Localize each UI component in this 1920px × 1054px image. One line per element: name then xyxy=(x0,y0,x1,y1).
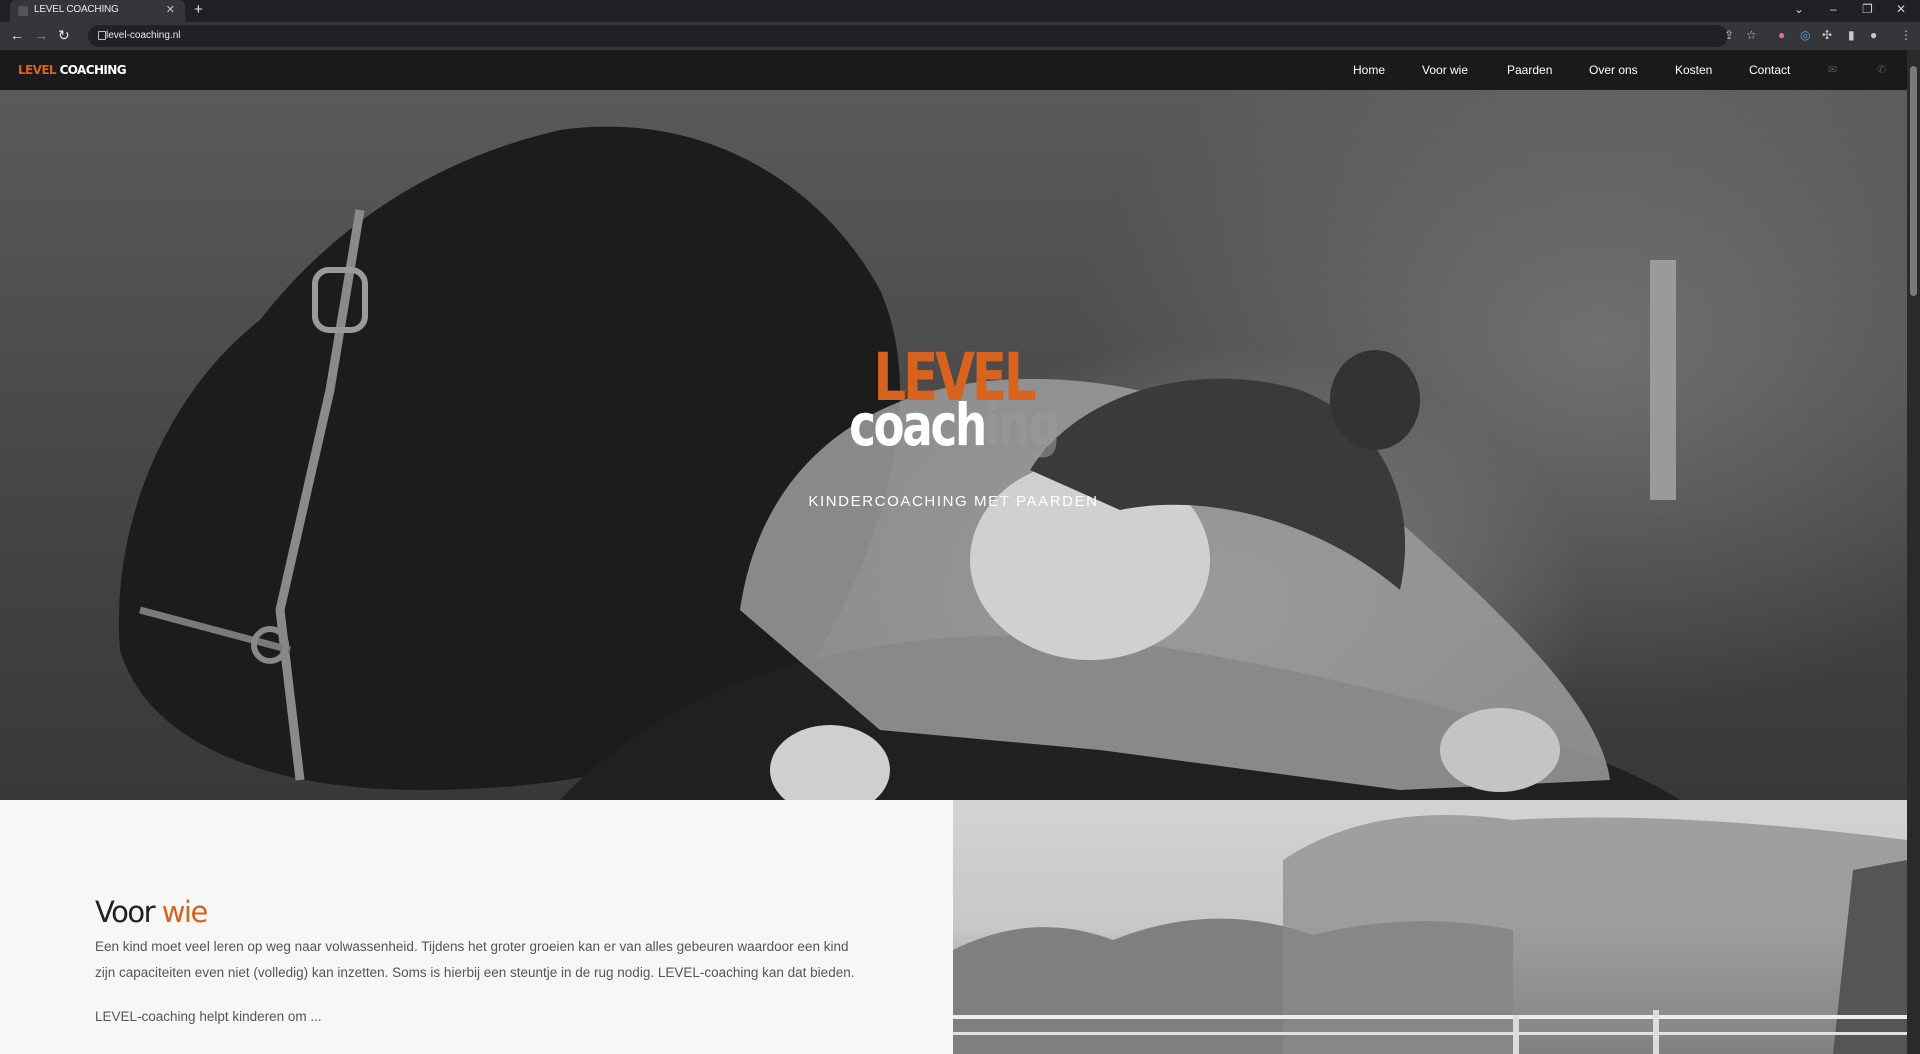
browser-tab[interactable]: LEVEL COACHING ✕ xyxy=(10,0,185,22)
reload-icon[interactable]: ↻ xyxy=(58,27,70,44)
voor-wie-section: Voor wie Een kind moet veel leren op weg… xyxy=(0,800,953,1054)
browser-menu-icon[interactable]: ⋮ xyxy=(1900,28,1912,42)
section-title: Voor wie xyxy=(95,895,209,929)
url-text[interactable]: level-coaching.nl xyxy=(106,30,181,41)
side-panel-icon[interactable]: ▮ xyxy=(1848,28,1855,42)
lock-icon[interactable] xyxy=(98,31,106,40)
close-icon[interactable]: ✕ xyxy=(166,3,175,16)
nav-over-ons[interactable]: Over ons xyxy=(1589,63,1638,77)
logo-coaching: COACHING xyxy=(59,63,127,77)
meadow-photo xyxy=(953,815,1907,1054)
hero-logo: LEVEL coaching xyxy=(0,345,1907,455)
section-title-main: Voor xyxy=(95,895,156,929)
hero-title-ing: ing xyxy=(984,391,1060,459)
minimize-icon[interactable]: – xyxy=(1830,2,1837,16)
nav-kosten[interactable]: Kosten xyxy=(1675,63,1712,77)
back-icon[interactable]: ← xyxy=(10,27,24,43)
nav-voor-wie[interactable]: Voor wie xyxy=(1422,63,1468,77)
logo-level: LEVEL xyxy=(18,63,57,77)
voor-wie-photo xyxy=(953,800,1907,1054)
hero-title-coach: coach xyxy=(849,391,987,459)
tab-search-icon[interactable]: ⌄ xyxy=(1794,2,1804,16)
page-scrollbar[interactable] xyxy=(1907,50,1920,1054)
forward-icon[interactable]: → xyxy=(34,27,48,43)
nav-paarden[interactable]: Paarden xyxy=(1507,63,1552,77)
new-tab-icon[interactable]: + xyxy=(194,1,203,18)
hero-section: LEVEL coaching KINDERCOACHING MET PAARDE… xyxy=(0,90,1907,800)
restore-icon[interactable]: ❐ xyxy=(1862,2,1873,16)
extension-circle-icon[interactable]: ◎ xyxy=(1800,28,1810,42)
hero-subtitle: KINDERCOACHING MET PAARDEN xyxy=(808,493,1099,510)
section-paragraph: Een kind moet veel leren op weg naar vol… xyxy=(95,939,855,980)
profile-avatar-icon[interactable]: ● xyxy=(1870,28,1877,42)
favicon-icon xyxy=(18,6,28,16)
share-icon[interactable]: ⇪ xyxy=(1724,28,1734,42)
extension-color-icon[interactable]: ● xyxy=(1778,28,1785,42)
bookmark-star-icon[interactable]: ☆ xyxy=(1746,28,1757,42)
hero-title-coaching: coaching xyxy=(210,396,1697,454)
phone-icon[interactable]: ✆ xyxy=(1877,63,1886,76)
site-navbar: LEVEL COACHING Home Voor wie Paarden Ove… xyxy=(0,50,1907,90)
section-title-accent: wie xyxy=(161,895,209,929)
tab-title: LEVEL COACHING xyxy=(34,4,119,15)
nav-home[interactable]: Home xyxy=(1353,63,1385,77)
web-page: LEVEL COACHING Home Voor wie Paarden Ove… xyxy=(0,50,1907,1054)
section-more-text: LEVEL-coaching helpt kinderen om ... xyxy=(95,1009,322,1024)
nav-contact[interactable]: Contact xyxy=(1749,63,1790,77)
browser-tab-strip: LEVEL COACHING ✕ + ⌄ – ❐ ✕ xyxy=(0,0,1920,22)
scrollbar-thumb[interactable] xyxy=(1910,66,1917,296)
mail-icon[interactable]: ✉ xyxy=(1828,63,1837,76)
extensions-puzzle-icon[interactable]: ✣ xyxy=(1822,28,1832,42)
site-logo[interactable]: LEVEL COACHING xyxy=(18,63,127,77)
address-bar[interactable]: level-coaching.nl xyxy=(88,25,1728,47)
browser-toolbar: ← → ↻ level-coaching.nl ⇪ ☆ ● ◎ ✣ ▮ ● ⋮ xyxy=(0,22,1920,50)
window-close-icon[interactable]: ✕ xyxy=(1896,2,1906,16)
